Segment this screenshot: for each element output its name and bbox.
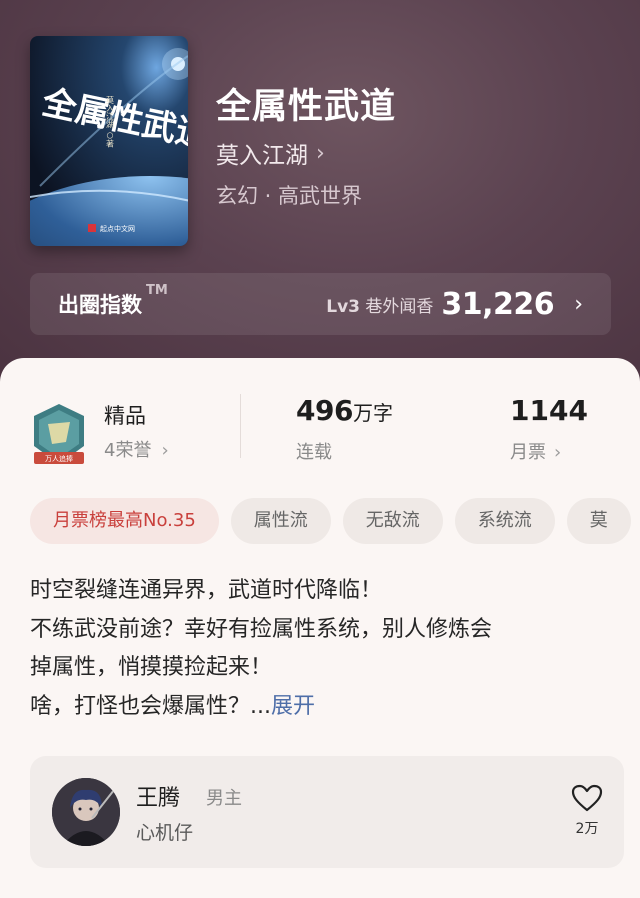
character-avatar[interactable] — [52, 778, 120, 846]
cover-publisher-text: 起点中文网 — [100, 224, 135, 233]
trademark-mark: TM — [146, 283, 168, 298]
popularity-index-bar[interactable]: 出圈指数TM Lv3 巷外闻香 31,226 › — [30, 273, 611, 335]
honor-badge-icon[interactable]: 万人追捧 — [30, 402, 88, 468]
monthly-ticket-link[interactable]: 月票 › — [510, 438, 561, 464]
chevron-right-icon: › — [316, 140, 325, 166]
like-button[interactable]: 2万 — [568, 784, 606, 838]
tag-list: 月票榜最高No.35 属性流 无敌流 系统流莫 — [30, 498, 640, 544]
tag-chip[interactable]: 无敌流 — [342, 498, 443, 544]
svg-text:万人追捧: 万人追捧 — [45, 454, 73, 463]
book-title: 全属性武道 — [216, 86, 397, 127]
like-count: 2万 — [575, 821, 599, 837]
author-link[interactable]: 莫入江湖 › — [216, 136, 325, 170]
character-description: 心机仔 — [136, 822, 194, 844]
tag-chip[interactable]: 月票榜最高No.35 — [30, 498, 219, 544]
heart-icon — [571, 784, 603, 812]
word-count: 496万字 — [296, 394, 393, 427]
chevron-right-icon: › — [554, 442, 562, 463]
synopsis-line: 掉属性，悄摸摸捡起来！ — [30, 655, 273, 680]
synopsis: 时空裂缝连通异界，武道时代降临！ 不练武没前途？幸好有捡属性系统，别人修炼会 掉… — [30, 572, 614, 726]
cover-author-text: 莫入江湖 ○著 — [106, 95, 115, 149]
serial-status: 连载 — [296, 442, 332, 463]
book-cover[interactable]: 全属性武道 莫入江湖 ○著 起点中文网 — [30, 36, 188, 246]
monthly-ticket-count: 1144 — [510, 394, 588, 427]
honors-link[interactable]: 4荣誉 › — [104, 436, 169, 462]
cover-art: 全属性武道 莫入江湖 ○著 起点中文网 — [30, 36, 188, 246]
synopsis-line: 时空裂缝连通异界，武道时代降临！ — [30, 578, 383, 603]
tag-chip[interactable]: 系统流 — [454, 498, 555, 544]
index-label: 出圈指数TM — [58, 283, 168, 317]
book-detail-card: 万人追捧 精品 4荣誉 › 496万字 连载 1144 月票 › 月票榜最高No.3… — [0, 358, 640, 898]
book-header: 全属性武道 莫入江湖 ○著 起点中文网 全属性武道 莫入江湖 › 玄幻 · 高武… — [0, 0, 640, 380]
index-level: Lv3 巷外闻香 — [326, 296, 434, 317]
expand-link[interactable]: 展开 — [271, 694, 315, 719]
character-role: 男主 — [206, 788, 242, 809]
chevron-right-icon: › — [161, 440, 169, 461]
index-value: 31,226 — [441, 286, 555, 322]
index-detail: Lv3 巷外闻香 31,226 › — [326, 287, 583, 322]
synopsis-line: 啥，打怪也会爆属性？...展开 — [30, 693, 315, 719]
character-card[interactable]: 王腾 男主 心机仔 2万 — [30, 756, 624, 868]
stats-row: 万人追捧 精品 4荣誉 › 496万字 连载 1144 月票 › — [0, 388, 640, 478]
character-name: 王腾 — [136, 786, 181, 811]
tag-chip[interactable]: 属性流 — [230, 498, 331, 544]
chevron-right-icon: › — [574, 291, 583, 317]
tag-chip[interactable]: 莫 — [566, 498, 631, 544]
synopsis-line: 不练武没前途？幸好有捡属性系统，别人修炼会 — [30, 616, 493, 642]
author-name: 莫入江湖 — [216, 143, 308, 169]
genre-label: 玄幻 · 高武世界 — [216, 184, 363, 208]
quality-label: 精品 — [104, 404, 146, 428]
divider — [240, 394, 241, 458]
